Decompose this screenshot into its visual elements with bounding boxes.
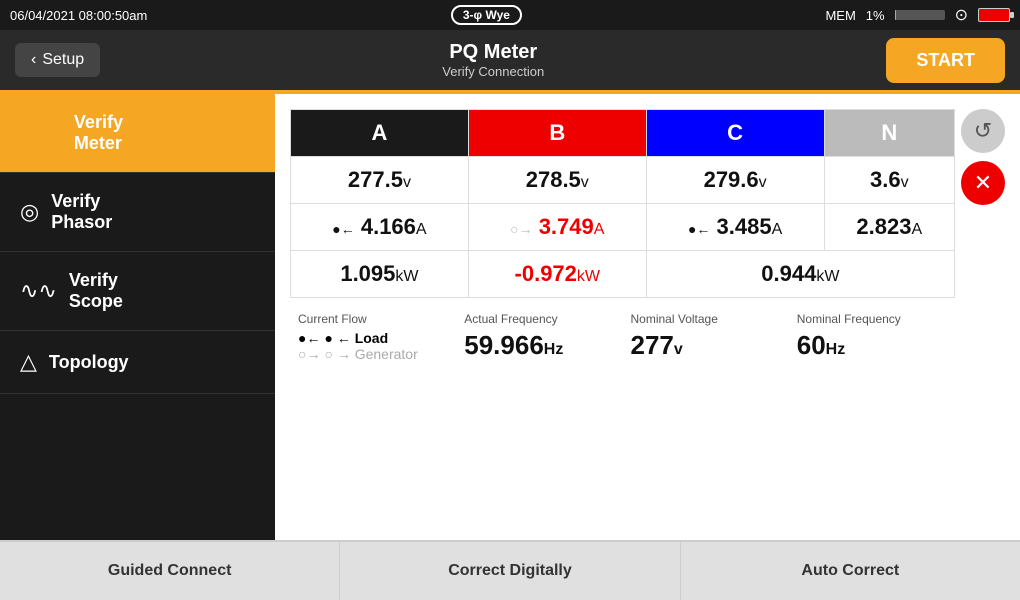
flow-indicators: ●← ● ← Load ○→ ○ → Generator	[298, 330, 448, 362]
back-button[interactable]: ‹ Setup	[15, 43, 100, 77]
mem-pct: 1%	[866, 8, 885, 23]
actual-freq-block: Actual Frequency 59.966Hz	[456, 312, 622, 361]
current-a: ●← 4.166A	[291, 204, 469, 251]
cancel-icon: ✕	[974, 170, 992, 196]
status-bar: 06/04/2021 08:00:50am 3-φ Wye MEM 1% ⊙	[0, 0, 1020, 30]
current-b: ○→ 3.749A	[468, 204, 646, 251]
voltage-row: 277.5v 278.5v 279.6v 3.6v	[291, 157, 955, 204]
nominal-freq-label: Nominal Frequency	[797, 312, 947, 326]
mem-bar	[895, 10, 945, 20]
mem-label: MEM	[825, 8, 855, 23]
phasor-icon: ◎	[20, 199, 39, 225]
power-a: 1.095kW	[291, 251, 469, 298]
col-header-n: N	[824, 110, 954, 157]
voltage-c: 279.6v	[646, 157, 824, 204]
reset-icon: ↺	[974, 118, 992, 144]
wifi-icon: ⊙	[955, 5, 968, 25]
power-b: -0.972kW	[468, 251, 646, 298]
guided-connect-button[interactable]: Guided Connect	[0, 542, 340, 600]
correct-digitally-button[interactable]: Correct Digitally	[340, 542, 680, 600]
verify-scope-label2: Scope	[69, 291, 123, 312]
gen-label: ○ → Generator	[324, 346, 417, 362]
current-row: ●← 4.166A ○→ 3.749A ●← 3.485A 2.823A	[291, 204, 955, 251]
bottom-bar: Guided Connect Correct Digitally Auto Co…	[0, 540, 1020, 600]
cancel-button[interactable]: ✕	[961, 161, 1005, 205]
sidebar-item-topology[interactable]: △ Topology	[0, 331, 275, 394]
auto-correct-button[interactable]: Auto Correct	[681, 542, 1020, 600]
current-n: 2.823A	[824, 204, 954, 251]
actual-freq-value: 59.966Hz	[464, 330, 614, 361]
generator-indicator: ○→ ○ → Generator	[298, 346, 448, 362]
col-header-a: A	[291, 110, 469, 157]
header: ‹ Setup PQ Meter Verify Connection START	[0, 30, 1020, 90]
load-label: ● ← Load	[324, 330, 388, 346]
verify-phasor-label: Verify	[51, 191, 112, 212]
current-flow-block: Current Flow ●← ● ← Load ○→ ○ → Generato…	[290, 312, 456, 362]
power-c: 0.944kW	[646, 251, 954, 298]
header-title: PQ Meter Verify Connection	[442, 41, 544, 79]
sidebar-item-verify-meter[interactable]: 229.0V 19.9A 49.5 Hz Verify Meter	[0, 94, 275, 173]
load-arrow-icon: ●←	[298, 330, 320, 346]
current-c: ●← 3.485A	[646, 204, 824, 251]
sidebar-item-verify-phasor[interactable]: ◎ Verify Phasor	[0, 173, 275, 252]
nominal-freq-value: 60Hz	[797, 330, 947, 361]
nominal-voltage-block: Nominal Voltage 277v	[623, 312, 789, 361]
actual-freq-label: Actual Frequency	[464, 312, 614, 326]
meter-values: 229.0V 19.9A 49.5 Hz	[20, 115, 58, 151]
col-header-c: C	[646, 110, 824, 157]
reset-button[interactable]: ↺	[961, 109, 1005, 153]
nominal-freq-block: Nominal Frequency 60Hz	[789, 312, 955, 361]
gen-arrow-icon: ○→	[298, 346, 320, 362]
battery-icon	[978, 8, 1010, 22]
back-label: Setup	[42, 51, 84, 69]
load-indicator: ●← ● ← Load	[298, 330, 448, 346]
grid-actions: ↺ ✕	[955, 109, 1005, 205]
voltage-b: 278.5v	[468, 157, 646, 204]
topology-icon: △	[20, 349, 37, 375]
topology-label: Topology	[49, 352, 129, 373]
sidebar-item-verify-scope[interactable]: ∿∿ Verify Scope	[0, 252, 275, 331]
voltage-n: 3.6v	[824, 157, 954, 204]
back-arrow-icon: ‹	[31, 51, 36, 69]
verify-meter-label2: Meter	[74, 133, 123, 154]
scope-icon: ∿∿	[20, 278, 57, 304]
power-row: 1.095kW -0.972kW 0.944kW	[291, 251, 955, 298]
verify-scope-label: Verify	[69, 270, 123, 291]
meter-val-2: 19.9A	[20, 127, 58, 139]
voltage-a: 277.5v	[291, 157, 469, 204]
meter-val-3: 49.5 Hz	[20, 139, 58, 151]
main-layout: 229.0V 19.9A 49.5 Hz Verify Meter ◎ Veri…	[0, 94, 1020, 574]
page-title: PQ Meter	[442, 41, 544, 64]
col-header-b: B	[468, 110, 646, 157]
content-main: A B C N 277.5v 278.5v 279.6v 3.6v	[290, 109, 955, 362]
verify-meter-label: Verify	[74, 112, 123, 133]
nominal-voltage-label: Nominal Voltage	[631, 312, 781, 326]
nominal-voltage-value: 277v	[631, 330, 781, 361]
current-flow-label: Current Flow	[298, 312, 448, 326]
verify-phasor-label2: Phasor	[51, 212, 112, 233]
info-row: Current Flow ●← ● ← Load ○→ ○ → Generato…	[290, 312, 955, 362]
datetime: 06/04/2021 08:00:50am	[10, 8, 147, 23]
grid-with-actions: A B C N 277.5v 278.5v 279.6v 3.6v	[290, 109, 1005, 362]
meter-val-1: 229.0V	[20, 115, 58, 127]
measurement-grid: A B C N 277.5v 278.5v 279.6v 3.6v	[290, 109, 955, 298]
start-button[interactable]: START	[886, 38, 1005, 83]
content-area: A B C N 277.5v 278.5v 279.6v 3.6v	[275, 94, 1020, 574]
sidebar: 229.0V 19.9A 49.5 Hz Verify Meter ◎ Veri…	[0, 94, 275, 574]
wye-badge: 3-φ Wye	[451, 5, 522, 25]
page-subtitle: Verify Connection	[442, 64, 544, 79]
